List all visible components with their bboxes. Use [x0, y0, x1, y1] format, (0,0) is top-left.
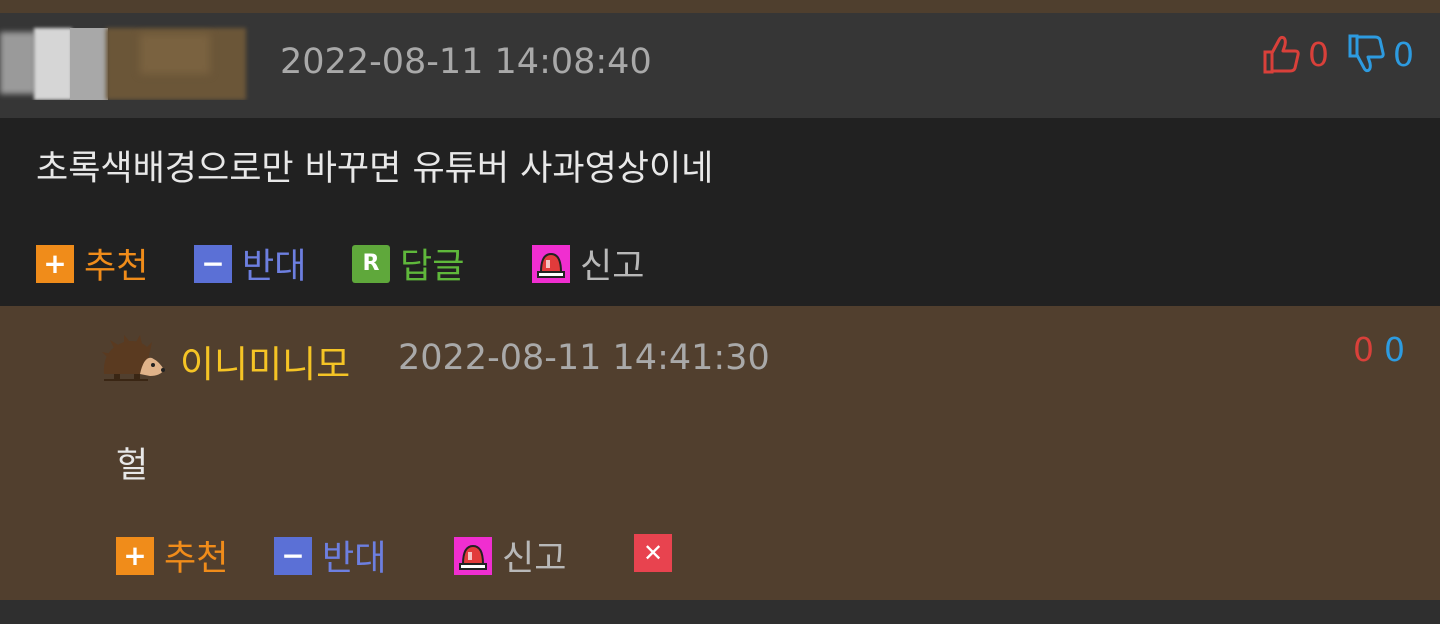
comment-timestamp: 2022-08-11 14:08:40	[280, 42, 652, 82]
reply-text: 헐	[116, 446, 149, 486]
vote-counts: 0 0	[1262, 34, 1414, 74]
reply-recommend-button[interactable]: + 추천	[116, 530, 228, 581]
hedgehog-avatar-icon	[100, 334, 166, 386]
report-label: 신고	[502, 539, 567, 579]
reply-dislikes-count: 0	[1384, 330, 1405, 369]
siren-icon	[454, 536, 492, 575]
oppose-label: 반대	[322, 539, 387, 579]
dislikes-count: 0	[1393, 34, 1414, 74]
reply-vote-counts: 0 0	[1353, 330, 1405, 369]
oppose-label: 반대	[242, 247, 307, 287]
siren-icon	[532, 244, 570, 283]
thumbs-down-icon[interactable]	[1347, 34, 1387, 74]
recommend-label: 추천	[84, 247, 149, 287]
report-label: 신고	[580, 247, 645, 287]
likes-count: 0	[1308, 34, 1329, 74]
reply-icon: R	[352, 244, 390, 283]
recommend-button[interactable]: + 추천	[36, 238, 148, 289]
close-icon: ✕	[634, 534, 672, 572]
comment-text: 초록색배경으로만 바꾸면 유튜버 사과영상이네	[36, 149, 714, 189]
blurred-avatar-nickname	[0, 24, 250, 100]
reply-timestamp: 2022-08-11 14:41:30	[398, 338, 770, 378]
nickname[interactable]: 이니미니모	[180, 334, 350, 388]
reply-button[interactable]: R 답글	[352, 238, 464, 289]
minus-icon: −	[274, 536, 312, 575]
reply-label: 답글	[400, 247, 465, 287]
reply-report-button[interactable]: 신고	[454, 530, 566, 581]
bottom-strip	[0, 600, 1440, 624]
reply-oppose-button[interactable]: − 반대	[274, 530, 386, 581]
report-button[interactable]: 신고	[532, 238, 644, 289]
plus-icon: +	[36, 244, 74, 283]
reply-likes-count: 0	[1353, 330, 1374, 369]
minus-icon: −	[194, 244, 232, 283]
thumbs-up-icon[interactable]	[1262, 34, 1302, 74]
plus-icon: +	[116, 536, 154, 575]
delete-button[interactable]: ✕	[634, 534, 682, 572]
top-strip	[0, 0, 1440, 13]
oppose-button[interactable]: − 반대	[194, 238, 306, 289]
recommend-label: 추천	[164, 539, 229, 579]
